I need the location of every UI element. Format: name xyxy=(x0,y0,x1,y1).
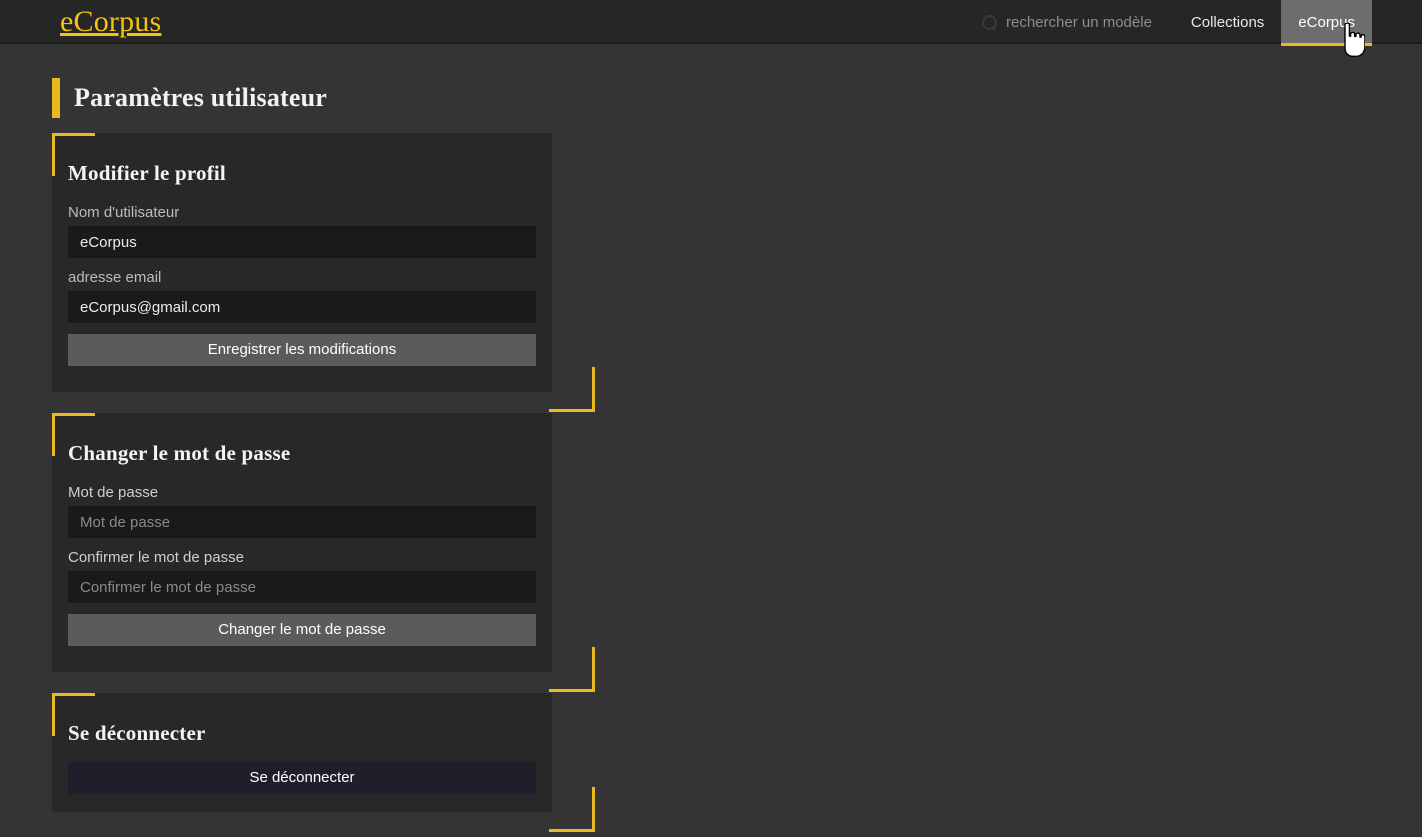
email-label: adresse email xyxy=(68,269,162,286)
card-title-logout: Se déconnecter xyxy=(68,721,206,745)
card-title-change-password: Changer le mot de passe xyxy=(68,441,291,465)
top-header: eCorpus rechercher un modèle Collections… xyxy=(0,0,1422,46)
username-input[interactable] xyxy=(68,226,536,258)
nav-link-ecorpus[interactable]: eCorpus xyxy=(1281,0,1372,46)
page-title: Paramètres utilisateur xyxy=(74,83,328,112)
confirm-password-label: Confirmer le mot de passe xyxy=(68,549,244,566)
search-input[interactable]: rechercher un modèle xyxy=(1006,14,1152,31)
card-logout: Se déconnecter Se déconnecter xyxy=(52,693,595,832)
search-box[interactable]: rechercher un modèle xyxy=(982,0,1174,44)
brand-logo[interactable]: eCorpus xyxy=(60,2,161,42)
password-input[interactable] xyxy=(68,506,536,538)
change-password-button[interactable]: Changer le mot de passe xyxy=(68,614,536,646)
card-change-password: Changer le mot de passe Mot de passe Con… xyxy=(52,413,595,692)
save-changes-button[interactable]: Enregistrer les modifications xyxy=(68,334,536,366)
username-label: Nom d'utilisateur xyxy=(68,204,180,221)
search-icon xyxy=(982,14,997,30)
logout-button[interactable]: Se déconnecter xyxy=(68,762,536,794)
header-right-group: rechercher un modèle Collections eCorpus xyxy=(982,0,1372,46)
title-accent-bar xyxy=(52,78,60,118)
password-label: Mot de passe xyxy=(68,484,159,501)
confirm-password-input[interactable] xyxy=(68,571,536,603)
nav-link-collections[interactable]: Collections xyxy=(1174,0,1281,44)
email-input[interactable] xyxy=(68,291,536,323)
card-edit-profile: Modifier le profil Nom d'utilisateur adr… xyxy=(52,133,595,412)
card-body-change-password: Mot de passe Confirmer le mot de passe C… xyxy=(52,466,552,668)
card-title-edit-profile: Modifier le profil xyxy=(68,161,226,185)
card-body-edit-profile: Nom d'utilisateur adresse email Enregist… xyxy=(52,186,552,388)
page-title-block: Paramètres utilisateur xyxy=(52,78,327,118)
card-body-logout: Se déconnecter xyxy=(52,746,552,816)
